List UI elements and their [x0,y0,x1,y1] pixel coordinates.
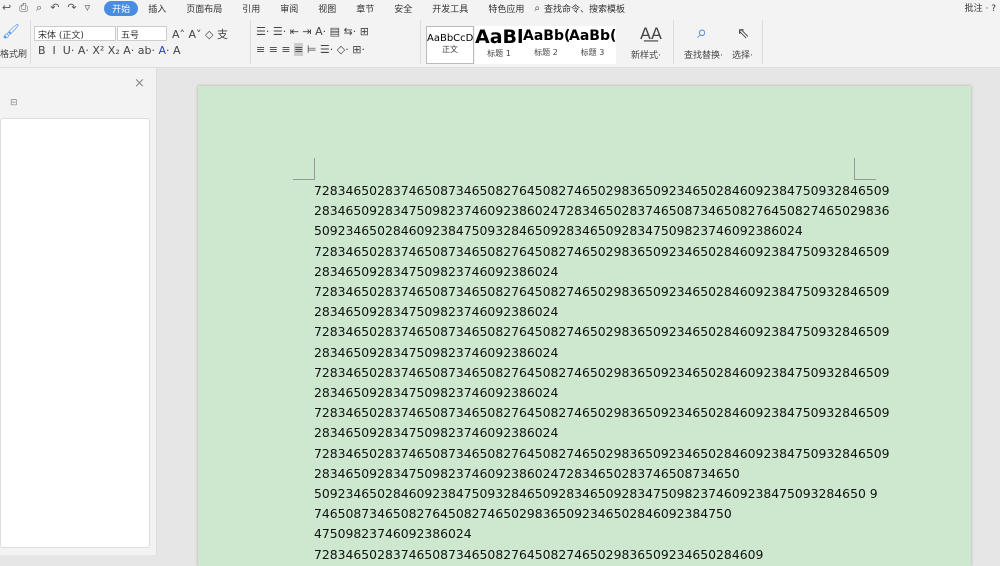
new-style-icon[interactable]: A͟A [640,24,662,43]
font-tools[interactable]: A˄ A˅ ◇ 支 [172,26,228,42]
style-heading-2[interactable]: AaBb(标题 2 [523,26,569,64]
document-body[interactable]: 7283465028374650873465082764508274650298… [314,181,889,565]
text-line: 7283465028374650873465082764508274650298… [314,364,890,380]
text-line: 7283465028374650873465082764508274650298… [314,284,890,300]
tab-home[interactable]: 开始 [104,0,139,16]
quick-access-toolbar: ↩ ⎙ ⌕ ↶ ↷ ▿ [0,1,90,15]
tab-insert[interactable]: 插入 [138,2,176,15]
tab-view[interactable]: 视图 [308,2,346,15]
collapse-icon[interactable]: ⊟ [10,98,18,108]
undo-icon[interactable]: ↩ [2,1,11,15]
comment-button[interactable]: 批注 · [965,4,989,14]
text-line: 7465087346508276450827465029836509234650… [314,506,732,522]
tab-references[interactable]: 引用 [232,2,270,15]
text-line: 2834650928347509823746092386024728346502… [314,465,740,481]
ribbon: 🖌 格式刷 宋体 (正文) 五号 A˄ A˅ ◇ 支 B I U· A· X² … [0,16,1000,68]
tab-developer[interactable]: 开发工具 [422,2,478,15]
text-line: 7283465028374650873465082764508274650298… [314,445,890,461]
menu-bar: ↩ ⎙ ⌕ ↶ ↷ ▿ 开始 插入 页面布局 引用 审阅 视图 章节 安全 开发… [0,0,1000,16]
tab-review[interactable]: 审阅 [270,2,308,15]
paragraph-tools-row2[interactable]: ≡ ≡ ≡ ≡ ⊨ ☰· ◇· ⊞· [256,43,365,56]
redo-icon[interactable]: ↷ [67,1,76,15]
help-icon[interactable]: ? [991,4,996,14]
style-heading-1[interactable]: AaBl 标题 1 [475,26,523,64]
menu-tabs: 开始 插入 页面布局 引用 审阅 视图 章节 安全 开发工具 特色应用 ⌕ 查找… [104,0,625,16]
find-replace-button[interactable]: 查找替换· [684,48,723,61]
tab-page-layout[interactable]: 页面布局 [176,2,232,15]
document-page[interactable]: 7283465028374650873465082764508274650298… [198,86,971,566]
margin-mark [293,158,315,180]
text-line: 2834650928347509823746092386024 [314,425,559,441]
text-line: 7283465028374650873465082764508274650298… [314,183,890,198]
text-line: 2834650928347509823746092386024728346502… [314,203,890,219]
font-format-buttons[interactable]: B I U· A· X² X₂ A· ab· A· A [38,44,181,57]
text-line: 2834650928347509823746092386024 [314,344,559,360]
new-style-button[interactable]: 新样式· [631,48,661,61]
tab-sections[interactable]: 章节 [346,2,384,15]
customize-icon[interactable]: ▿ [85,1,91,15]
text-line: 2834650928347509823746092386024 [314,263,559,279]
search-icon: ⌕ [534,2,540,14]
text-line: 47509823746092386024 [314,526,472,542]
undo-icon[interactable]: ↶ [50,1,59,15]
print-icon[interactable]: ⎙ [19,1,28,15]
print-preview-icon[interactable]: ⌕ [36,1,42,15]
search-command[interactable]: 查找命令、搜索模板 [544,2,625,15]
text-line: 7283465028374650873465082764508274650298… [314,243,890,259]
text-line: 5092346502846092384750932846509283465092… [314,223,803,239]
close-icon[interactable]: × [134,76,145,91]
tab-security[interactable]: 安全 [384,2,422,15]
font-name-select[interactable]: 宋体 (正文) [34,26,116,41]
navigation-pane: × ⊟ [0,68,157,555]
format-painter-icon[interactable]: 🖌 [2,24,20,40]
select-button[interactable]: 选择· [732,48,753,61]
text-line: 2834650928347509823746092386024 [314,385,559,401]
cursor-icon: ⇖ [737,24,750,42]
text-line: 2834650928347509823746092386024 [314,304,559,320]
text-line: 5092346502846092384750932846509283465092… [314,486,878,502]
tab-features[interactable]: 特色应用 [478,2,534,15]
text-line: 7283465028374650873465082764508274650298… [314,405,890,421]
text-line: 7283465028374650873465082764508274650298… [314,324,890,340]
paragraph-tools-row1[interactable]: ☰· ☰· ⇤ ⇥ A· ▤ ⇆· ⊞ [256,25,369,38]
margin-mark [854,158,876,180]
font-size-select[interactable]: 五号 [117,26,167,41]
style-heading-3[interactable]: AaBb(标题 3 [569,26,616,64]
navigation-content [0,118,150,548]
style-normal[interactable]: AaBbCcDd正文 [426,26,474,64]
format-painter-label[interactable]: 格式刷 [0,47,27,60]
search-icon: ⌕ [697,22,708,43]
